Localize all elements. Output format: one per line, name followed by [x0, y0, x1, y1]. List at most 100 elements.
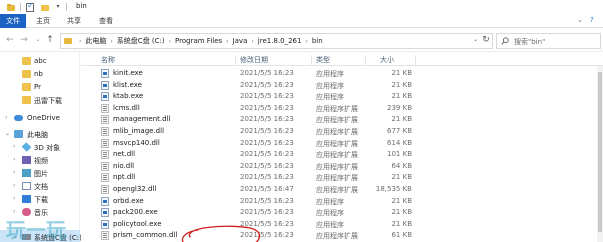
- expand-chevron-icon[interactable]: ›: [13, 143, 15, 150]
- table-row[interactable]: npt.dll 2021/5/5 16:23 应用程序扩展 21 KB: [81, 172, 603, 183]
- nav-item-documents[interactable]: › 文档: [0, 179, 80, 193]
- column-divider[interactable]: [365, 55, 366, 65]
- file-name: opengl32.dll: [113, 185, 157, 193]
- expand-chevron-icon[interactable]: ›: [13, 195, 15, 202]
- breadcrumb-chevron-icon[interactable]: ›: [251, 38, 253, 45]
- new-folder-icon[interactable]: [40, 2, 50, 12]
- table-row[interactable]: mlib_image.dll 2021/5/5 16:23 应用程序扩展 677 KB: [81, 126, 603, 137]
- breadcrumb-item[interactable]: 此电脑: [85, 36, 106, 46]
- table-row[interactable]: net.dll 2021/5/5 16:23 应用程序扩展 101 KB: [81, 149, 603, 160]
- table-row[interactable]: policytool.exe 2021/5/5 16:23 应用程序 21 KB: [81, 219, 603, 230]
- nav-item-pictures[interactable]: › 图片: [0, 166, 80, 180]
- nav-item-label: 视频: [34, 157, 48, 165]
- vertical-scrollbar[interactable]: [597, 66, 603, 242]
- expand-chevron-icon[interactable]: ›: [13, 182, 15, 189]
- collapse-chevron-icon[interactable]: ⌄: [5, 130, 10, 137]
- table-row[interactable]: klist.exe 2021/5/5 16:23 应用程序 21 KB: [81, 80, 603, 91]
- table-row[interactable]: prism_common.dll 2021/5/5 16:23 应用程序扩展 61 K…: [81, 230, 603, 241]
- file-size: 21 KB: [391, 80, 412, 89]
- table-row[interactable]: msvcp140.dll 2021/5/5 16:23 应用程序扩展 614 KB: [81, 138, 603, 149]
- file-size: 677 KB: [387, 127, 412, 135]
- breadcrumb-chevron-icon[interactable]: ›: [110, 38, 112, 45]
- file-size: 21 KB: [391, 208, 412, 217]
- breadcrumb-item[interactable]: Java: [233, 37, 248, 45]
- nav-item-onedrive[interactable]: › OneDrive: [0, 111, 80, 125]
- nav-item-abc[interactable]: abc: [0, 54, 80, 68]
- file-size: 21 KB: [391, 196, 412, 205]
- file-date: 2021/5/5 16:23: [240, 219, 294, 228]
- nav-item-label: abc: [34, 57, 47, 65]
- file-name: kinit.exe: [113, 69, 143, 77]
- column-divider[interactable]: [235, 55, 236, 65]
- folder-icon: [22, 96, 31, 104]
- scrollbar-thumb[interactable]: [598, 72, 602, 232]
- breadcrumb-item[interactable]: 系统盘C盘 (C:): [117, 36, 165, 46]
- breadcrumb-chevron-icon[interactable]: ›: [226, 38, 228, 45]
- table-row[interactable]: ktab.exe 2021/5/5 16:23 应用程序 21 KB: [81, 91, 603, 102]
- table-row[interactable]: pack200.exe 2021/5/5 16:23 应用程序 21 KB: [81, 207, 603, 218]
- tab-file[interactable]: 文件: [0, 14, 26, 28]
- dll-file-icon: [101, 115, 109, 125]
- table-row[interactable]: lcms.dll 2021/5/5 16:23 应用程序扩展 239 KB: [81, 103, 603, 114]
- nav-item-this-pc[interactable]: ⌄ 此电脑: [0, 127, 80, 141]
- breadcrumb-chevron-icon[interactable]: ›: [79, 38, 81, 45]
- column-divider[interactable]: [415, 55, 416, 65]
- help-icon[interactable]: ?: [590, 16, 594, 24]
- tab-share[interactable]: 共享: [67, 14, 81, 28]
- folder-icon: [22, 57, 31, 65]
- refresh-icon[interactable]: ↻: [481, 35, 491, 45]
- table-row[interactable]: nio.dll 2021/5/5 16:23 应用程序扩展 64 KB: [81, 161, 603, 172]
- address-history-dropdown-icon[interactable]: ⌄: [473, 36, 478, 43]
- downloads-icon: [22, 195, 31, 203]
- nav-item-xunlei[interactable]: 迅雷下载: [0, 93, 80, 107]
- nav-item-3d-objects[interactable]: › 3D 对象: [0, 140, 80, 154]
- table-row[interactable]: kinit.exe 2021/5/5 16:23 应用程序 21 KB: [81, 68, 603, 79]
- breadcrumb-item[interactable]: bin: [312, 37, 323, 45]
- file-date: 2021/5/5 16:23: [240, 80, 294, 89]
- file-date: 2021/5/5 16:23: [240, 115, 294, 124]
- videos-icon: [22, 156, 31, 164]
- expand-ribbon-icon[interactable]: ⌄: [577, 16, 583, 24]
- column-header-type[interactable]: 类型: [316, 55, 330, 65]
- expand-chevron-icon[interactable]: ›: [13, 156, 15, 163]
- breadcrumb-item[interactable]: Program Files: [175, 37, 222, 45]
- table-row[interactable]: management.dll 2021/5/5 16:23 应用程序扩展 21 KB: [81, 114, 603, 125]
- file-name: klist.exe: [113, 80, 142, 89]
- expand-chevron-icon[interactable]: ›: [5, 114, 7, 121]
- file-size: 21 KB: [391, 219, 412, 228]
- column-header-size[interactable]: 大小: [380, 55, 394, 65]
- table-row[interactable]: orbd.exe 2021/5/5 16:23 应用程序 21 KB: [81, 196, 603, 207]
- breadcrumb-item[interactable]: jre1.8.0_261: [258, 37, 302, 45]
- breadcrumb-chevron-icon[interactable]: ›: [169, 38, 171, 45]
- nav-item-downloads[interactable]: › 下载: [0, 192, 80, 206]
- table-row[interactable]: opengl32.dll 2021/5/5 16:47 应用程序扩展 18,535 K…: [81, 184, 603, 195]
- file-name: prism_common.dll: [113, 231, 178, 240]
- breadcrumb-chevron-icon[interactable]: ›: [305, 38, 307, 45]
- column-divider[interactable]: [311, 55, 312, 65]
- up-icon[interactable]: ↑: [44, 34, 56, 46]
- file-date: 2021/5/5 16:23: [240, 69, 294, 77]
- file-size: 61 KB: [391, 231, 412, 240]
- nav-item-nb[interactable]: nb: [0, 67, 80, 81]
- forward-icon[interactable]: →: [18, 34, 30, 46]
- nav-item-videos[interactable]: › 视频: [0, 153, 80, 167]
- file-date: 2021/5/5 16:23: [240, 173, 294, 182]
- quick-access-dropdown-icon[interactable]: ▾: [54, 2, 62, 12]
- file-name: lcms.dll: [113, 103, 140, 112]
- recent-locations-icon[interactable]: ⌄: [32, 34, 44, 46]
- back-icon[interactable]: ←: [4, 34, 16, 46]
- search-input[interactable]: 搜索"bin": [496, 33, 601, 49]
- tab-view[interactable]: 查看: [99, 14, 113, 28]
- column-header-date[interactable]: 修改日期: [240, 55, 268, 65]
- properties-icon[interactable]: [26, 1, 34, 12]
- nav-item-pr[interactable]: Pr: [0, 80, 80, 94]
- file-type: 应用程序扩展: [316, 116, 358, 125]
- folder-icon: [22, 70, 31, 78]
- column-header-name[interactable]: 名称: [101, 55, 115, 65]
- file-type: 应用程序: [316, 93, 344, 102]
- file-type: 应用程序扩展: [316, 151, 358, 160]
- tab-home[interactable]: 主页: [36, 14, 50, 28]
- address-bar[interactable]: › 此电脑 › 系统盘C盘 (C:) › Program Files › Jav…: [60, 33, 493, 49]
- expand-chevron-icon[interactable]: ›: [13, 169, 15, 176]
- file-name: net.dll: [113, 150, 136, 159]
